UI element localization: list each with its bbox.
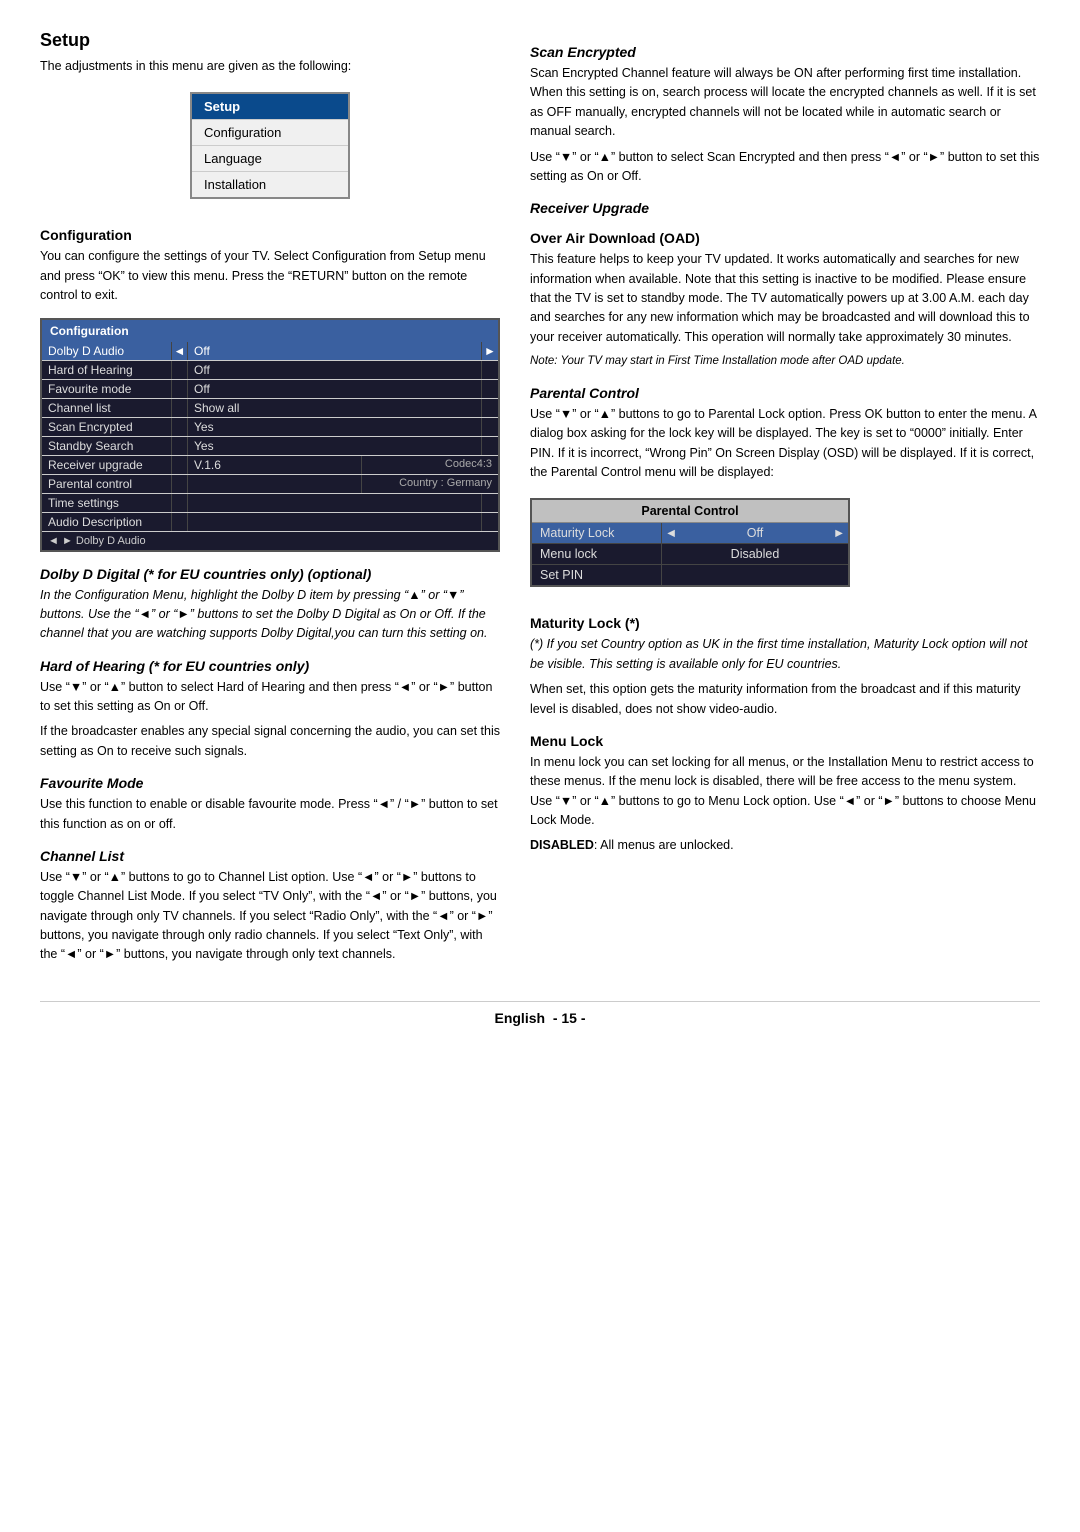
setup-menu-item-setup[interactable]: Setup (192, 94, 348, 120)
scan-encrypted-title: Scan Encrypted (530, 44, 1040, 60)
menu-lock-body1: In menu lock you can set locking for all… (530, 753, 1040, 831)
channel-list-body: Use “▼” or “▲” buttons to go to Channel … (40, 868, 500, 965)
oad-note: Note: Your TV may start in First Time In… (530, 353, 1040, 371)
dolby-title: Dolby D Digital (* for EU countries only… (40, 566, 500, 582)
setup-title: Setup (40, 30, 500, 51)
oad-body1: This feature helps to keep your TV updat… (530, 250, 1040, 347)
parental-row-maturity: Maturity Lock ◄ Off ► (532, 523, 848, 544)
parental-control-body1: Use “▼” or “▲” buttons to go to Parental… (530, 405, 1040, 483)
setup-intro: The adjustments in this menu are given a… (40, 57, 500, 76)
config-row-scan-encrypted: Scan Encrypted Yes (42, 418, 498, 437)
menu-lock-title: Menu Lock (530, 733, 1040, 749)
setup-menu-item-configuration[interactable]: Configuration (192, 120, 348, 146)
receiver-upgrade-title: Receiver Upgrade (530, 200, 1040, 216)
config-cell-dolby-name: Dolby D Audio (42, 342, 172, 360)
config-cell-hearing-name: Hard of Hearing (42, 361, 172, 379)
configuration-title: Configuration (40, 227, 500, 243)
config-cell-dolby-right: ► (482, 342, 498, 360)
oad-title: Over Air Download (OAD) (530, 230, 1040, 246)
maturity-lock-body1: (*) If you set Country option as UK in t… (530, 635, 1040, 674)
config-cell-dolby-left: ◄ (172, 342, 188, 360)
favourite-title: Favourite Mode (40, 775, 500, 791)
footer-page: - 15 - (553, 1010, 586, 1026)
parental-table-header: Parental Control (532, 500, 848, 523)
parental-row-menu-lock: Menu lock Disabled (532, 544, 848, 565)
config-row-favourite: Favourite mode Off (42, 380, 498, 399)
hard-of-hearing-body2: If the broadcaster enables any special s… (40, 722, 500, 761)
menu-lock-disabled-desc: : All menus are unlocked. (594, 838, 734, 852)
config-row-standby: Standby Search Yes (42, 437, 498, 456)
scan-encrypted-body1: Scan Encrypted Channel feature will alwa… (530, 64, 1040, 142)
config-cell-dolby-value: Off (188, 342, 482, 360)
menu-lock-disabled-text: DISABLED: All menus are unlocked. (530, 836, 1040, 855)
configuration-body: You can configure the settings of your T… (40, 247, 500, 305)
config-row-dolby: Dolby D Audio ◄ Off ► (42, 342, 498, 361)
config-table-header: Configuration (42, 320, 498, 342)
config-row-channel-list: Channel list Show all (42, 399, 498, 418)
config-table-footer: ◄ ► Dolby D Audio (42, 532, 498, 550)
page-footer: English - 15 - (40, 1001, 1040, 1026)
config-row-time: Time settings (42, 494, 498, 513)
configuration-table: Configuration Dolby D Audio ◄ Off ► Hard… (40, 318, 500, 552)
parental-control-title: Parental Control (530, 385, 1040, 401)
hard-of-hearing-body: Use “▼” or “▲” button to select Hard of … (40, 678, 500, 717)
config-row-audio-desc: Audio Description (42, 513, 498, 532)
config-row-parental: Parental control Country : Germany (42, 475, 498, 494)
maturity-lock-body2: When set, this option gets the maturity … (530, 680, 1040, 719)
setup-menu: Setup Configuration Language Installatio… (190, 92, 350, 199)
config-row-receiver: Receiver upgrade V.1.6 Codec4:3 (42, 456, 498, 475)
parental-row-set-pin: Set PIN (532, 565, 848, 585)
maturity-lock-title: Maturity Lock (*) (530, 615, 1040, 631)
config-row-hearing: Hard of Hearing Off (42, 361, 498, 380)
setup-menu-item-installation[interactable]: Installation (192, 172, 348, 197)
footer-label: English (494, 1010, 545, 1026)
favourite-body: Use this function to enable or disable f… (40, 795, 500, 834)
parental-control-table: Parental Control Maturity Lock ◄ Off ► M… (530, 498, 850, 587)
channel-list-title: Channel List (40, 848, 500, 864)
hard-of-hearing-title: Hard of Hearing (* for EU countries only… (40, 658, 500, 674)
menu-lock-disabled-label: DISABLED (530, 838, 594, 852)
setup-menu-item-language[interactable]: Language (192, 146, 348, 172)
dolby-body: In the Configuration Menu, highlight the… (40, 588, 487, 641)
scan-encrypted-body2: Use “▼” or “▲” button to select Scan Enc… (530, 148, 1040, 187)
